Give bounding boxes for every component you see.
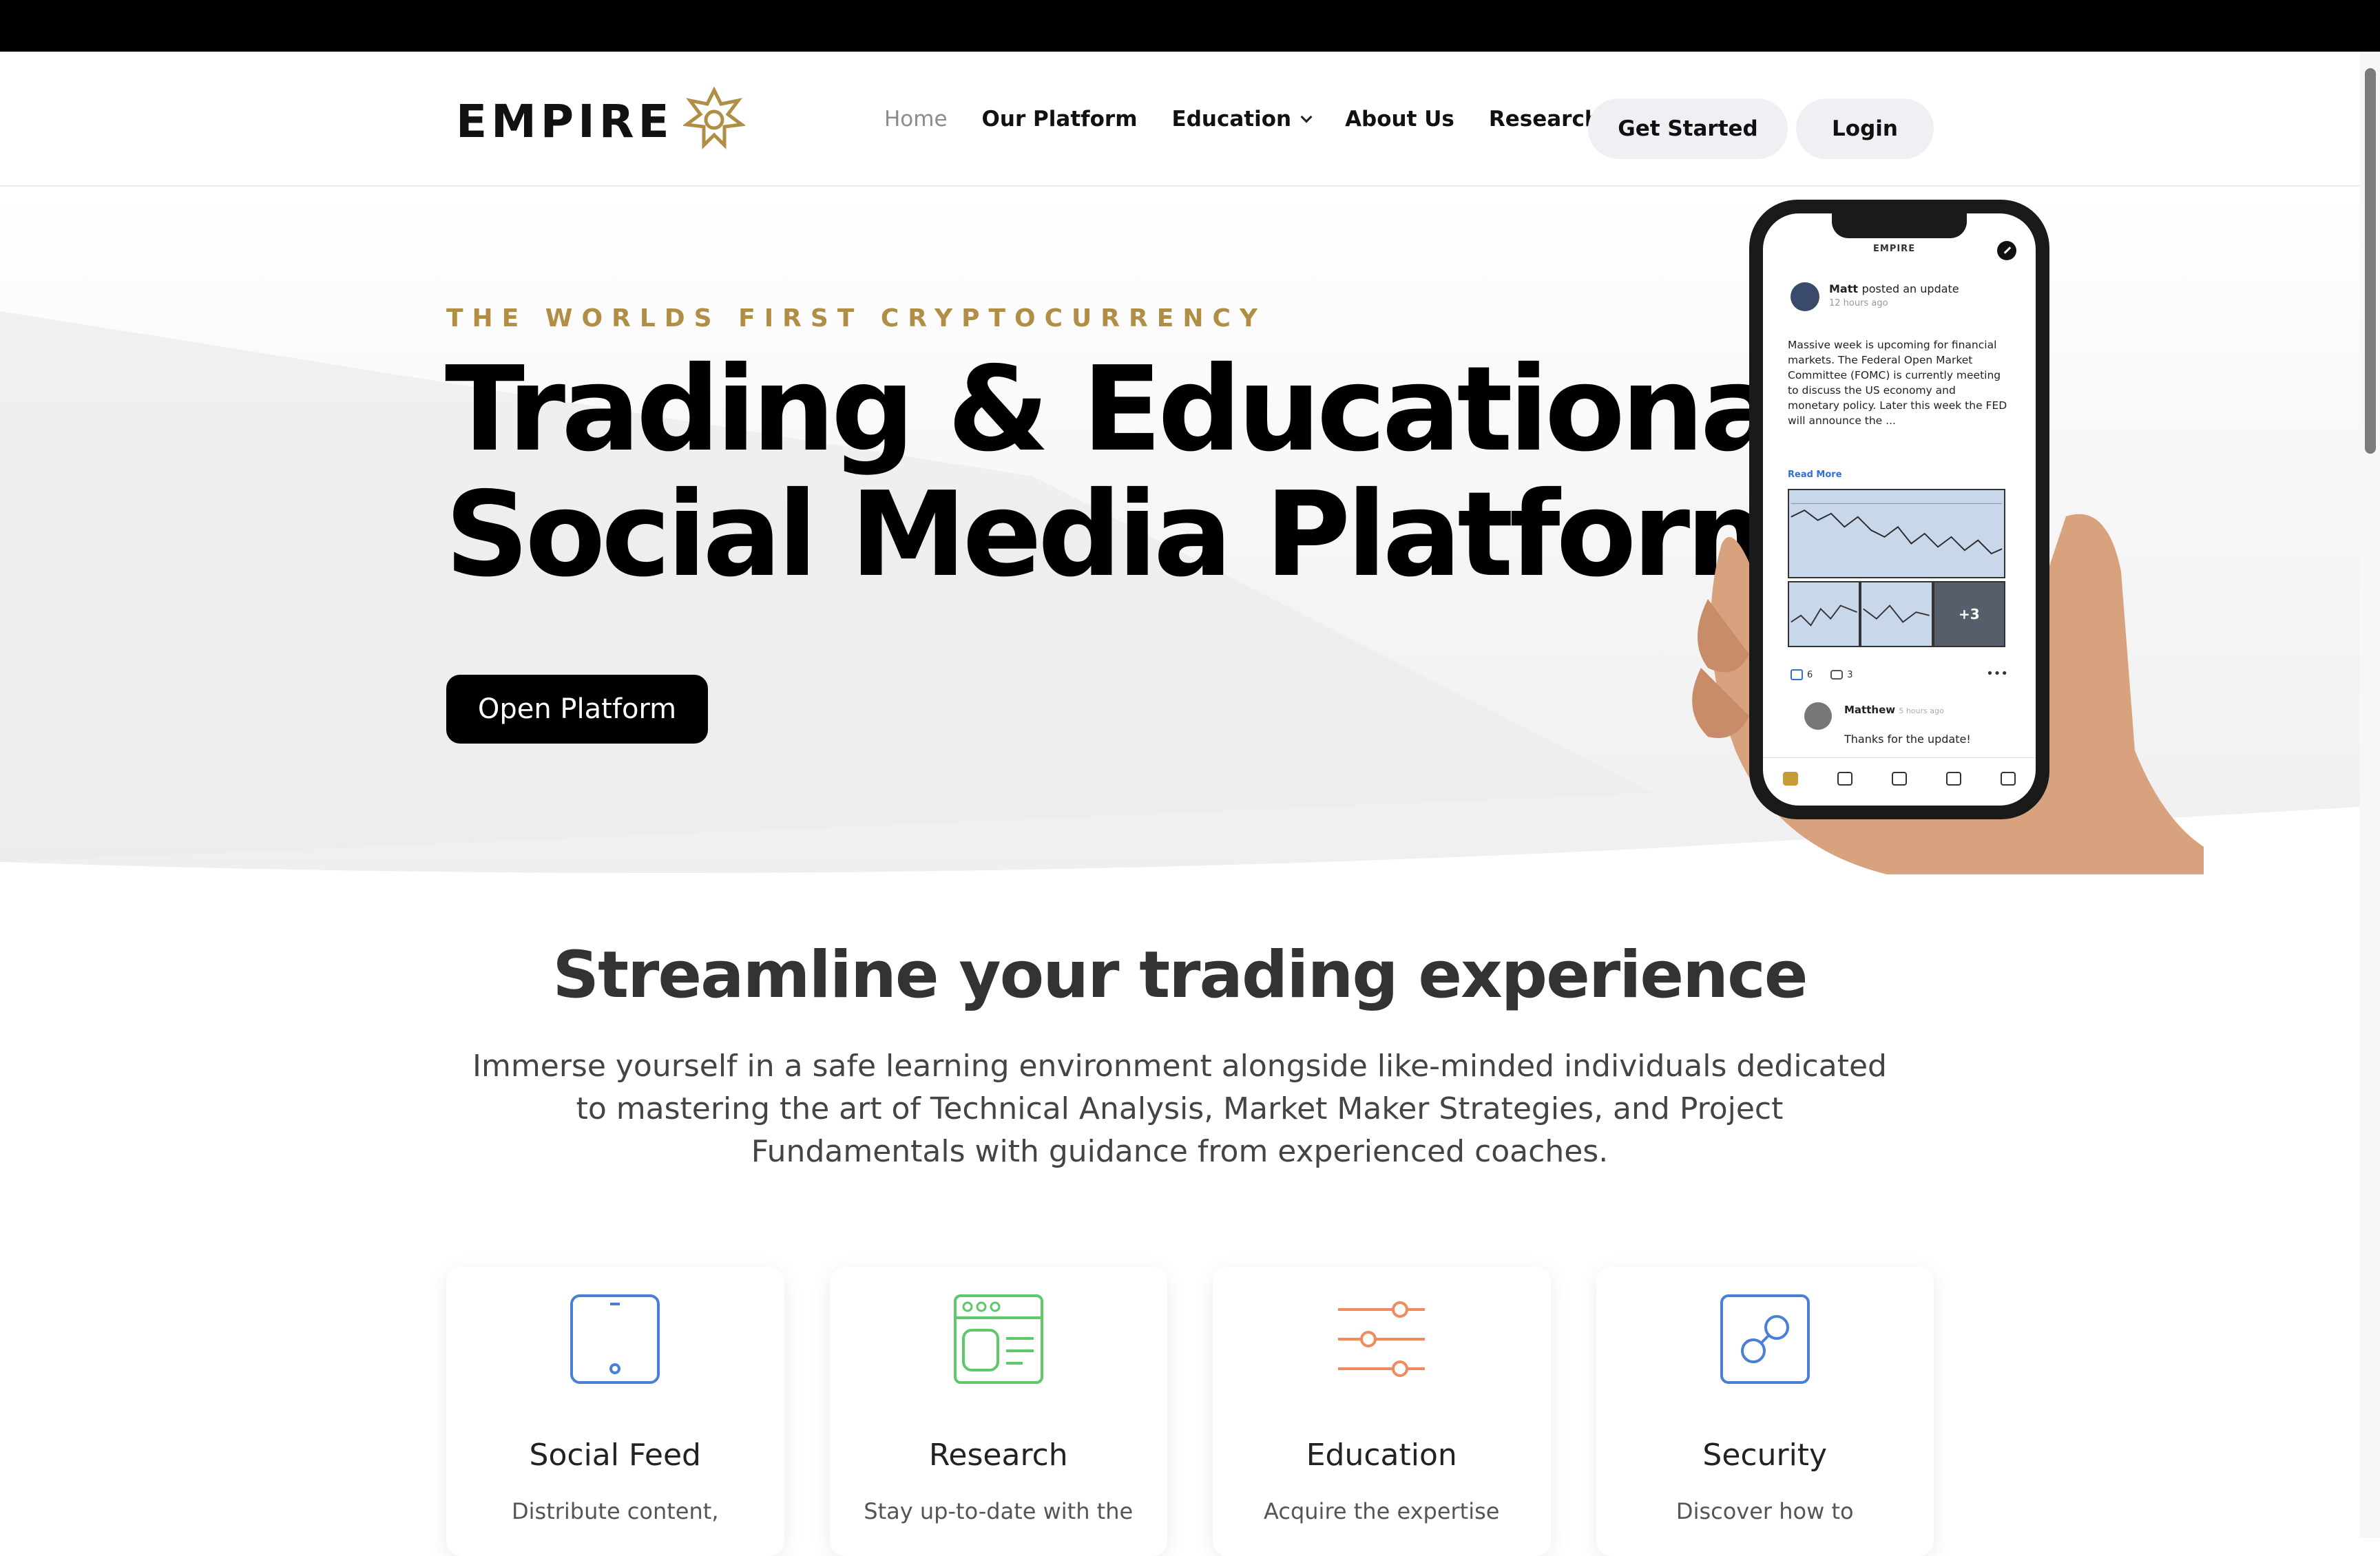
feature-title: Security [1702,1438,1828,1473]
feature-card-research[interactable]: Research Stay up-to-date with the [829,1267,1167,1556]
scrollbar-thumb[interactable] [2365,68,2376,454]
main-nav: Home Our Platform Education About Us Res… [884,52,1634,187]
chat-tab-icon [1946,771,1962,786]
feature-card-education[interactable]: Education Acquire the expertise [1213,1267,1551,1556]
post-timestamp: 12 hours ago [1829,298,1888,308]
feed-tab-icon [1782,771,1798,786]
avatar [1791,282,1819,311]
site-header: EMPIRE Home Our Platform Education About… [0,52,2359,187]
notes-tab-icon [1837,771,1852,786]
comment-count: 3 [1847,669,1853,680]
like-count: 6 [1807,669,1813,680]
phone-screen: EMPIRE Matt posted an update 12 hours ag… [1763,213,2036,806]
nav-about-us[interactable]: About Us [1345,107,1454,132]
link-icon [1720,1294,1810,1384]
feature-description: Distribute content, [512,1498,719,1524]
post-body: Massive week is upcoming for financial m… [1788,339,2007,427]
browser-top-bar [0,0,2380,52]
feature-card-security[interactable]: Security Discover how to [1596,1267,1934,1556]
post-chart-image [1788,489,2005,578]
like-icon [1791,669,1803,680]
get-started-button[interactable]: Get Started [1588,98,1788,159]
feature-description: Stay up-to-date with the [864,1498,1134,1524]
hero-eyebrow: THE WORLDS FIRST CRYPTOCURRENCY [446,304,1266,333]
post-thumbnail [1860,581,1933,647]
login-button[interactable]: Login [1796,98,1934,159]
post-reactions: 6 3 [1791,669,1853,680]
feature-title: Research [928,1438,1068,1473]
video-tab-icon [1891,771,1907,786]
menu-tab-icon [2001,771,2016,786]
comment-author: Matthew 5 hours ago [1844,704,1944,716]
compose-icon [1997,241,2016,260]
comment-icon [1830,670,1844,680]
browser-window-icon [953,1294,1043,1384]
chart-line-graphic [1791,503,2003,555]
comment-text: Thanks for the update! [1844,733,1971,746]
logo-wordmark: EMPIRE [456,94,674,148]
feature-description: Acquire the expertise [1264,1498,1500,1524]
sliders-icon [1338,1301,1426,1377]
post-thumbnail [1788,581,1861,647]
phone-device: EMPIRE Matt posted an update 12 hours ag… [1749,200,2049,819]
phone-notch [1832,213,1967,238]
feature-description: Discover how to [1676,1498,1854,1524]
hero-headline: Trading & Educational Social Media Platf… [445,341,1815,603]
section-title: Streamline your trading experience [552,938,1808,1013]
brand-logo[interactable]: EMPIRE [456,81,745,162]
app-tab-bar [1763,757,2036,799]
post-header: Matt posted an update 12 hours ago [1791,282,1959,311]
avatar [1804,702,1832,730]
more-images-badge: +3 [1932,581,2005,647]
read-more-link: Read More [1788,470,1842,480]
post-thumbnail-row: +3 [1788,581,2005,647]
page-scrollbar[interactable] [2359,52,2380,1538]
feature-card-social-feed[interactable]: Social Feed Distribute content, [446,1267,784,1556]
nav-our-platform[interactable]: Our Platform [982,107,1138,132]
nav-education[interactable]: Education [1171,107,1313,132]
headline-line-1: Trading & Educational [445,341,1815,478]
empire-crest-icon [682,87,745,150]
nav-education-label: Education [1171,107,1292,132]
chevron-down-icon [1300,111,1313,123]
open-platform-button[interactable]: Open Platform [446,675,708,744]
feature-title: Social Feed [529,1438,701,1473]
nav-research[interactable]: Research [1489,107,1600,132]
section-subtitle: Immerse yourself in a safe learning envi… [472,1049,1887,1169]
app-logo: EMPIRE [1873,244,1916,254]
more-options-icon: ••• [1986,666,2008,681]
feature-title: Education [1306,1438,1457,1473]
feature-cards: Social Feed Distribute content, Research… [446,1267,1934,1556]
nav-home[interactable]: Home [884,107,948,132]
tablet-icon [570,1294,660,1384]
headline-line-2: Social Media Platform [445,467,1808,603]
post-author: Matt posted an update [1829,282,1959,295]
phone-mockup: EMPIRE Matt posted an update 12 hours ag… [1680,200,2204,874]
